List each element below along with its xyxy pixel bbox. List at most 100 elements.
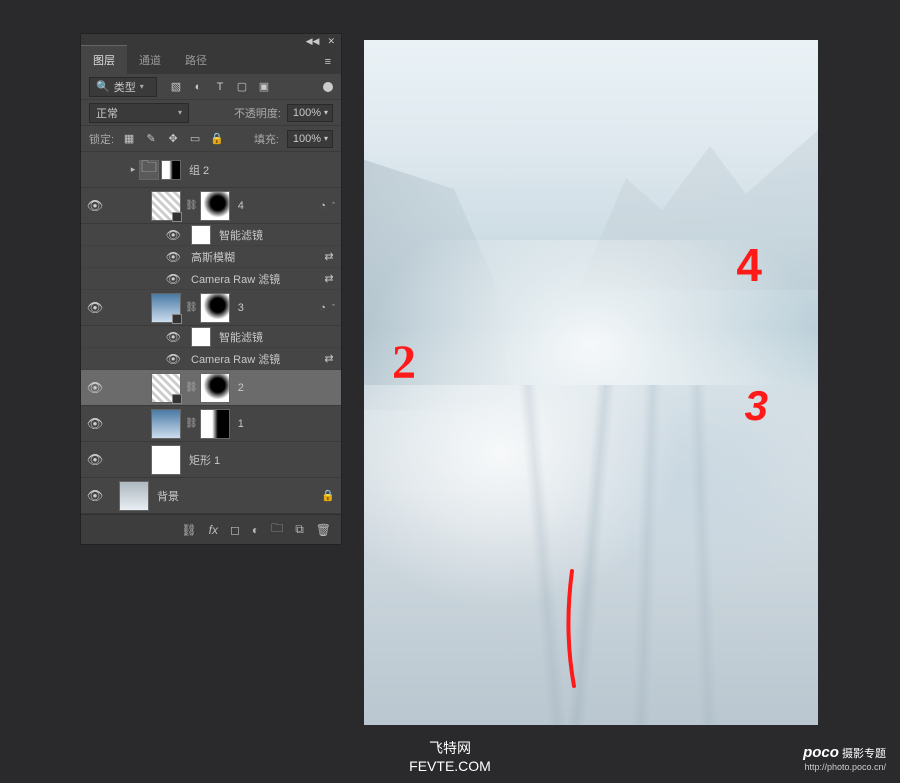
delete-layer-icon[interactable]: 🗑 xyxy=(316,523,331,537)
chevron-down-icon: ▾ xyxy=(140,82,144,91)
smart-object-badge-icon xyxy=(172,314,182,324)
close-icon[interactable]: ✕ xyxy=(327,36,335,47)
tab-channels[interactable]: 通道 xyxy=(127,46,173,74)
filter-blend-icon[interactable]: ⇄ xyxy=(317,352,341,365)
lock-label: 锁定: xyxy=(89,131,114,147)
filter-gaussian-blur[interactable]: 👁 高斯模糊 ⇄ xyxy=(81,246,341,268)
filter-pixel-icon[interactable]: ▧ xyxy=(169,80,183,94)
layer-thumb[interactable] xyxy=(151,445,181,475)
layer-thumb[interactable] xyxy=(119,481,149,511)
filter-adjust-icon[interactable]: ◐ xyxy=(191,80,205,94)
fill-value: 100% xyxy=(293,133,321,145)
panel-menu-icon[interactable]: ≡ xyxy=(315,50,341,74)
layer-mask-thumb[interactable] xyxy=(200,293,230,323)
collapse-caret-icon[interactable]: ˆ xyxy=(332,201,335,211)
filter-camera-raw[interactable]: 👁 Camera Raw 滤镜 ⇄ xyxy=(81,348,341,370)
smart-filters-header: 👁 智能滤镜 xyxy=(81,224,341,246)
layer-4[interactable]: 👁 ⛓ 4 ◔ ˆ xyxy=(81,188,341,224)
blend-mode-dropdown[interactable]: 正常 ▾ xyxy=(89,103,189,123)
filter-type-icons: ▧ ◐ T ▢ ▣ xyxy=(169,80,271,94)
opacity-input[interactable]: 100% ▾ xyxy=(287,104,333,122)
tab-layers[interactable]: 图层 xyxy=(81,45,127,74)
filter-toggle[interactable] xyxy=(323,82,333,92)
link-mask-icon[interactable]: ⛓ xyxy=(185,418,198,429)
filter-shape-icon[interactable]: ▢ xyxy=(235,80,249,94)
visibility-toggle[interactable]: 👁 xyxy=(166,228,181,242)
visibility-toggle[interactable]: 👁 xyxy=(166,272,181,286)
layer-mask-thumb[interactable] xyxy=(200,373,230,403)
layer-name[interactable]: 4 xyxy=(238,200,320,212)
filter-blend-icon[interactable]: ⇄ xyxy=(317,250,341,263)
layer-name[interactable]: 1 xyxy=(238,418,335,430)
layer-name[interactable]: 背景 xyxy=(157,488,321,504)
layer-thumb[interactable] xyxy=(151,191,181,221)
layer-name[interactable]: 2 xyxy=(238,382,335,394)
visibility-toggle[interactable]: 👁 xyxy=(166,330,181,344)
blend-mode-value: 正常 xyxy=(96,105,118,121)
filter-effects-icon[interactable]: ◔ xyxy=(319,302,326,314)
layer-name[interactable]: 组 2 xyxy=(189,162,335,178)
lock-all-icon[interactable]: 🔒 xyxy=(210,132,224,146)
layer-mask-thumb[interactable] xyxy=(200,409,230,439)
layer-2[interactable]: 👁 ⛓ 2 xyxy=(81,370,341,406)
filter-mask-thumb[interactable] xyxy=(191,225,211,245)
visibility-toggle[interactable]: 👁 xyxy=(166,352,181,366)
fill-input[interactable]: 100% ▾ xyxy=(287,130,333,148)
link-layers-icon[interactable]: ⛓ xyxy=(181,523,196,537)
filter-kind-dropdown[interactable]: 🔍 类型 ▾ xyxy=(89,77,157,97)
filter-type-icon[interactable]: T xyxy=(213,80,227,94)
visibility-toggle[interactable]: 👁 xyxy=(81,488,109,504)
lock-transparent-icon[interactable]: ▦ xyxy=(122,132,136,146)
filter-smart-icon[interactable]: ▣ xyxy=(257,80,271,94)
fx-icon[interactable]: fx xyxy=(209,523,218,537)
disclosure-icon[interactable]: ▸ xyxy=(127,164,139,175)
visibility-toggle[interactable]: 👁 xyxy=(81,416,109,432)
visibility-toggle[interactable]: 👁 xyxy=(81,380,109,396)
visibility-toggle[interactable]: 👁 xyxy=(81,452,109,468)
layer-background[interactable]: 👁 背景 🔒 xyxy=(81,478,341,514)
lock-position-icon[interactable]: ✥ xyxy=(166,132,180,146)
document-canvas[interactable]: 2 4 3 xyxy=(364,40,818,725)
filter-mask-thumb[interactable] xyxy=(191,327,211,347)
link-mask-icon[interactable]: ⛓ xyxy=(185,302,198,313)
poco-brand: poco xyxy=(803,744,839,761)
collapse-icon[interactable]: ◀◀ xyxy=(306,36,320,47)
layer-rect-1[interactable]: 👁 矩形 1 xyxy=(81,442,341,478)
visibility-toggle[interactable]: 👁 xyxy=(81,198,109,214)
chevron-down-icon: ▾ xyxy=(324,134,328,143)
tab-paths[interactable]: 路径 xyxy=(173,46,219,74)
artwork-ice-field xyxy=(364,385,818,725)
layers-panel: ◀◀ ✕ 图层 通道 路径 ≡ 🔍 类型 ▾ ▧ ◐ T ▢ ▣ 正常 ▾ 不透… xyxy=(80,33,342,545)
layer-filter-row: 🔍 类型 ▾ ▧ ◐ T ▢ ▣ xyxy=(81,74,341,100)
layer-thumb[interactable] xyxy=(151,373,181,403)
filter-name[interactable]: Camera Raw 滤镜 xyxy=(191,351,317,367)
filter-camera-raw[interactable]: 👁 Camera Raw 滤镜 ⇄ xyxy=(81,268,341,290)
adjustment-layer-icon[interactable]: ◐ xyxy=(252,523,259,537)
layer-group-2[interactable]: ▸ 🗀 组 2 xyxy=(81,152,341,188)
link-mask-icon[interactable]: ⛓ xyxy=(185,200,198,211)
visibility-toggle[interactable]: 👁 xyxy=(81,300,109,316)
new-group-icon[interactable]: 🗀 xyxy=(271,519,283,540)
filter-effects-icon[interactable]: ◔ xyxy=(319,200,326,212)
lock-artboard-icon[interactable]: ▭ xyxy=(188,132,202,146)
layer-mask-thumb[interactable] xyxy=(161,160,181,180)
layer-mask-thumb[interactable] xyxy=(200,191,230,221)
filter-name[interactable]: Camera Raw 滤镜 xyxy=(191,271,317,287)
layer-3[interactable]: 👁 ⛓ 3 ◔ ˆ xyxy=(81,290,341,326)
layer-name[interactable]: 3 xyxy=(238,302,320,314)
add-mask-icon[interactable]: ◻ xyxy=(230,523,240,537)
visibility-toggle[interactable]: 👁 xyxy=(166,250,181,264)
new-layer-icon[interactable]: ⧉ xyxy=(295,522,304,537)
layer-1[interactable]: 👁 ⛓ 1 xyxy=(81,406,341,442)
layer-thumb[interactable] xyxy=(151,293,181,323)
layer-name[interactable]: 矩形 1 xyxy=(189,452,335,468)
filter-name[interactable]: 高斯模糊 xyxy=(191,249,317,265)
lock-icon: 🔒 xyxy=(321,489,335,502)
link-mask-icon[interactable]: ⛓ xyxy=(185,382,198,393)
lock-pixels-icon[interactable]: ✎ xyxy=(144,132,158,146)
collapse-caret-icon[interactable]: ˆ xyxy=(332,303,335,313)
fill-label: 填充: xyxy=(254,131,279,147)
filter-blend-icon[interactable]: ⇄ xyxy=(317,272,341,285)
layer-thumb[interactable] xyxy=(151,409,181,439)
poco-label: 摄影专题 xyxy=(842,748,886,760)
